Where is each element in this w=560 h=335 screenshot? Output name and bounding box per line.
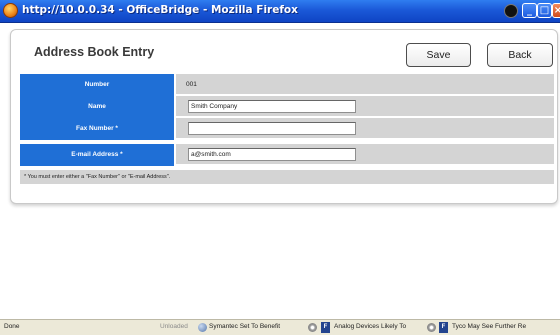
news-icon: F [321,322,330,333]
firefox-icon [3,3,18,18]
status-bar: Done Unloaded Symantec Set To Benefit F … [0,319,560,335]
news-item-1[interactable]: Symantec Set To Benefit [209,323,280,330]
news-feed-icon[interactable] [198,323,207,332]
required-note: * You must enter either a "Fax Number" o… [24,174,171,180]
gear-icon[interactable] [308,323,317,332]
email-input[interactable] [188,148,356,161]
email-row: E-mail Address * [20,144,554,166]
minimize-button[interactable]: _ [522,3,537,18]
number-value: 001 [186,81,197,88]
news-item-3[interactable]: Tyco May See Further Re [452,323,526,330]
close-button[interactable]: × [552,3,560,18]
number-label: Number [20,74,176,96]
back-button[interactable]: Back [487,43,553,67]
fax-input[interactable] [188,122,356,135]
name-label: Name [20,96,176,118]
number-row: Number 001 [20,74,554,96]
gear-icon[interactable] [427,323,436,332]
name-row: Name [20,96,554,118]
maximize-button[interactable]: □ [537,3,552,18]
fax-label: Fax Number * [20,118,176,140]
window-title: http://10.0.0.34 - OfficeBridge - Mozill… [22,4,298,16]
unloaded-text: Unloaded [160,323,188,330]
extension-icon[interactable] [504,4,518,18]
note-row: * You must enter either a "Fax Number" o… [20,170,554,184]
fax-row: Fax Number * [20,118,554,140]
news-icon: F [439,322,448,333]
status-text: Done [4,323,20,330]
window-titlebar: http://10.0.0.34 - OfficeBridge - Mozill… [0,0,560,23]
email-label: E-mail Address * [20,144,176,166]
news-item-2[interactable]: Analog Devices Likely To [334,323,406,330]
page-title: Address Book Entry [34,45,155,59]
name-input[interactable] [188,100,356,113]
save-button[interactable]: Save [406,43,471,67]
